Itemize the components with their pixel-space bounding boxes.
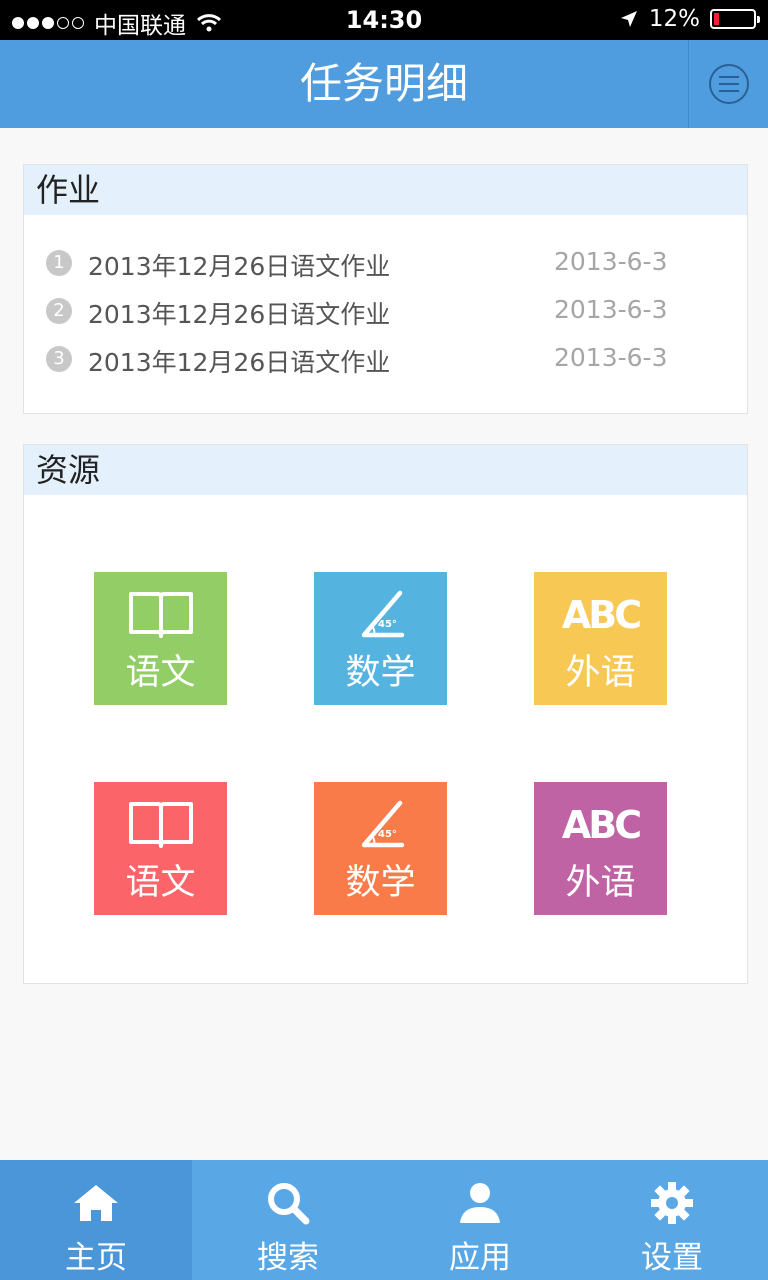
page-title: 任务明细 [299,59,468,108]
tab-home[interactable]: 主页 [0,1160,192,1280]
gear-icon [576,1180,768,1226]
tile-label: 外语 [565,653,636,693]
homework-date: 2013-6-3 [554,295,668,324]
angle-text: 45° [378,619,397,630]
tab-label: 应用 [449,1240,511,1276]
book-icon [94,590,227,640]
abc-text: ABC [561,803,642,847]
homework-date: 2013-6-3 [554,343,668,372]
tile-chinese[interactable]: 语文 [94,782,227,915]
location-arrow-icon [620,11,637,27]
ruler-angle-icon: 45° [314,800,447,850]
homework-title: 2013年12月26日语文作业 [88,300,391,329]
angle-text: 45° [378,829,397,840]
tab-label: 主页 [65,1240,127,1276]
tile-label: 语文 [125,653,196,693]
homework-title: 2013年12月26日语文作业 [88,348,391,377]
number-badge: 2 [46,298,72,324]
tile-math[interactable]: 45° 数学 [314,572,447,705]
list-item[interactable]: 2 2013年12月26日语文作业 2013-6-3 [24,287,747,335]
tile-label: 数学 [345,863,416,903]
home-icon [0,1180,192,1226]
abc-text: ABC [561,593,642,637]
resources-panel: 资源 语文 45° 数学 ABC 外语 语文 45° 数学 ABC 外语 [23,444,748,984]
abc-icon: ABC [534,800,667,850]
tile-math[interactable]: 45° 数学 [314,782,447,915]
tab-apps[interactable]: 应用 [384,1160,576,1280]
number-badge: 1 [46,250,72,276]
homework-panel: 作业 1 2013年12月26日语文作业 2013-6-3 2 2013年12月… [23,164,748,414]
tile-label: 数学 [345,653,416,693]
homework-list: 1 2013年12月26日语文作业 2013-6-3 2 2013年12月26日… [24,215,747,383]
tile-label: 语文 [125,863,196,903]
resources-section-title: 资源 [24,445,747,495]
menu-icon [708,64,749,104]
number-badge: 3 [46,346,72,372]
status-bar: 中国联通 14:30 12% [0,0,768,40]
tab-bar: 主页 搜索 应用 设置 [0,1160,768,1280]
homework-date: 2013-6-3 [554,247,668,276]
tab-settings[interactable]: 设置 [576,1160,768,1280]
header: 任务明细 [0,40,768,128]
tab-label: 搜索 [257,1240,319,1276]
homework-title: 2013年12月26日语文作业 [88,252,391,281]
tab-label: 设置 [641,1240,703,1276]
tile-english[interactable]: ABC 外语 [534,572,667,705]
homework-section-title: 作业 [24,165,747,215]
tile-label: 外语 [565,863,636,903]
battery-icon [710,9,760,29]
abc-icon: ABC [534,590,667,640]
ruler-angle-icon: 45° [314,590,447,640]
list-item[interactable]: 1 2013年12月26日语文作业 2013-6-3 [24,239,747,287]
search-icon [192,1180,384,1226]
tile-chinese[interactable]: 语文 [94,572,227,705]
menu-button[interactable] [688,40,768,128]
battery-percent: 12% [648,6,700,32]
status-right: 12% [619,6,760,32]
list-item[interactable]: 3 2013年12月26日语文作业 2013-6-3 [24,335,747,383]
tile-english[interactable]: ABC 外语 [534,782,667,915]
user-icon [384,1180,576,1226]
tab-search[interactable]: 搜索 [192,1160,384,1280]
book-icon [94,800,227,850]
